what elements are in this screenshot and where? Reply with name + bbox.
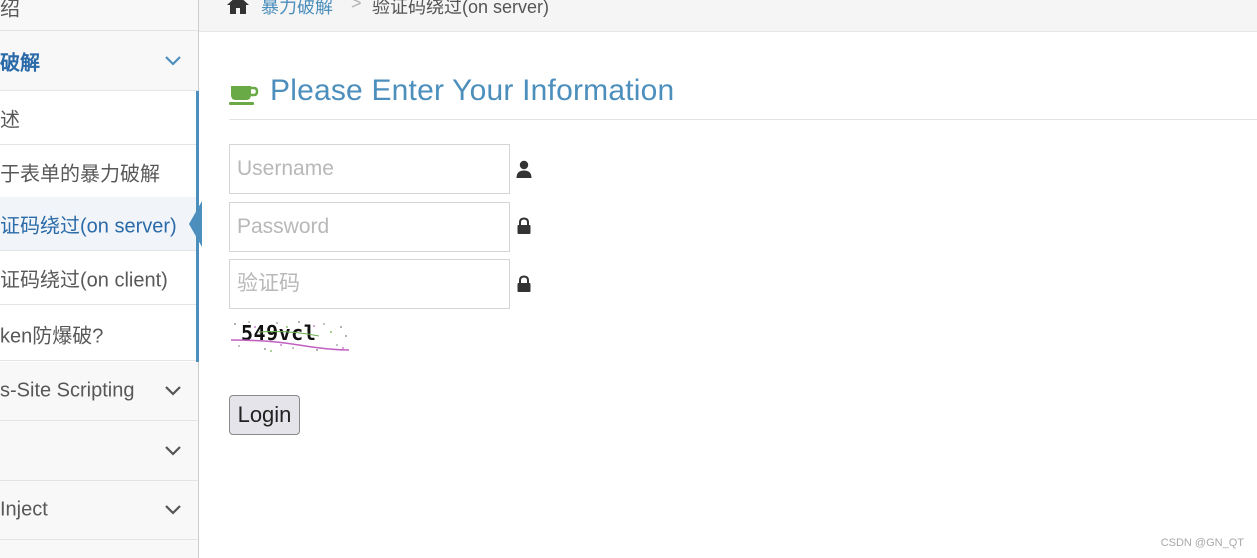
sidebar-item-xss[interactable]: s-Site Scripting [0,362,198,421]
watermark: CSDN @GN_QT [1160,537,1244,549]
user-icon [516,160,532,178]
submenu-item-captcha-client[interactable]: 证码绕过(on client) [0,251,196,305]
username-input[interactable] [229,144,510,194]
active-item-arrow [189,201,202,247]
login-button[interactable]: Login [229,395,300,435]
captcha-input[interactable] [229,259,510,309]
submenu-item-form-brute-force[interactable]: 于表单的暴力破解 [0,145,196,199]
app-window: 绍 破解 述 于表单的暴力破解 证码绕过(on server) 证码绕过(on … [0,0,1257,558]
submenu-item-label: ken防爆破? [0,325,104,347]
sidebar-item-brute-force[interactable]: 破解 [0,31,198,91]
coffee-cup-icon [229,80,259,106]
sidebar-item-label: 破解 [0,52,40,74]
submenu-item-label: 证码绕过(on client) [0,269,168,291]
home-icon[interactable] [226,0,250,14]
password-input[interactable] [229,202,510,252]
breadcrumb: 暴力破解 > 验证码绕过(on server) [199,0,1257,32]
submenu-item-token[interactable]: ken防爆破? [0,307,196,361]
captcha-image[interactable]: 549vcl [229,318,351,354]
sidebar-item-label: 绍 [0,0,20,21]
lock-icon [516,217,532,235]
submenu-item-label: 述 [0,109,20,131]
brute-force-submenu: 述 于表单的暴力破解 证码绕过(on server) 证码绕过(on clien… [0,91,199,362]
submenu-item-label: 证码绕过(on server) [0,215,177,237]
submenu-item-label: 于表单的暴力破解 [0,163,160,185]
sidebar-item-next[interactable] [0,540,198,558]
breadcrumb-link-brute-force[interactable]: 暴力破解 [261,0,333,19]
submenu-item-overview[interactable]: 述 [0,91,196,145]
submenu-item-captcha-server[interactable]: 证码绕过(on server) [0,197,196,251]
chevron-down-icon [164,385,182,397]
chevron-down-icon [164,504,182,516]
page-title: Please Enter Your Information [270,74,675,107]
page-header: Please Enter Your Information [229,74,1257,120]
sidebar-item-csrf[interactable] [0,421,198,481]
sidebar: 绍 破解 述 于表单的暴力破解 证码绕过(on server) 证码绕过(on … [0,0,202,558]
captcha-text: 549vcl [241,321,316,345]
breadcrumb-current: 验证码绕过(on server) [372,0,550,17]
chevron-down-icon [164,55,182,67]
sidebar-item-sql-inject[interactable]: Inject [0,481,198,540]
sidebar-item-label: s-Site Scripting [0,379,135,402]
sidebar-item-label: Inject [0,498,48,521]
sidebar-item-intro[interactable]: 绍 [0,0,198,31]
breadcrumb-separator: > [351,0,362,13]
chevron-down-icon [164,445,182,457]
lock-icon [516,275,532,293]
